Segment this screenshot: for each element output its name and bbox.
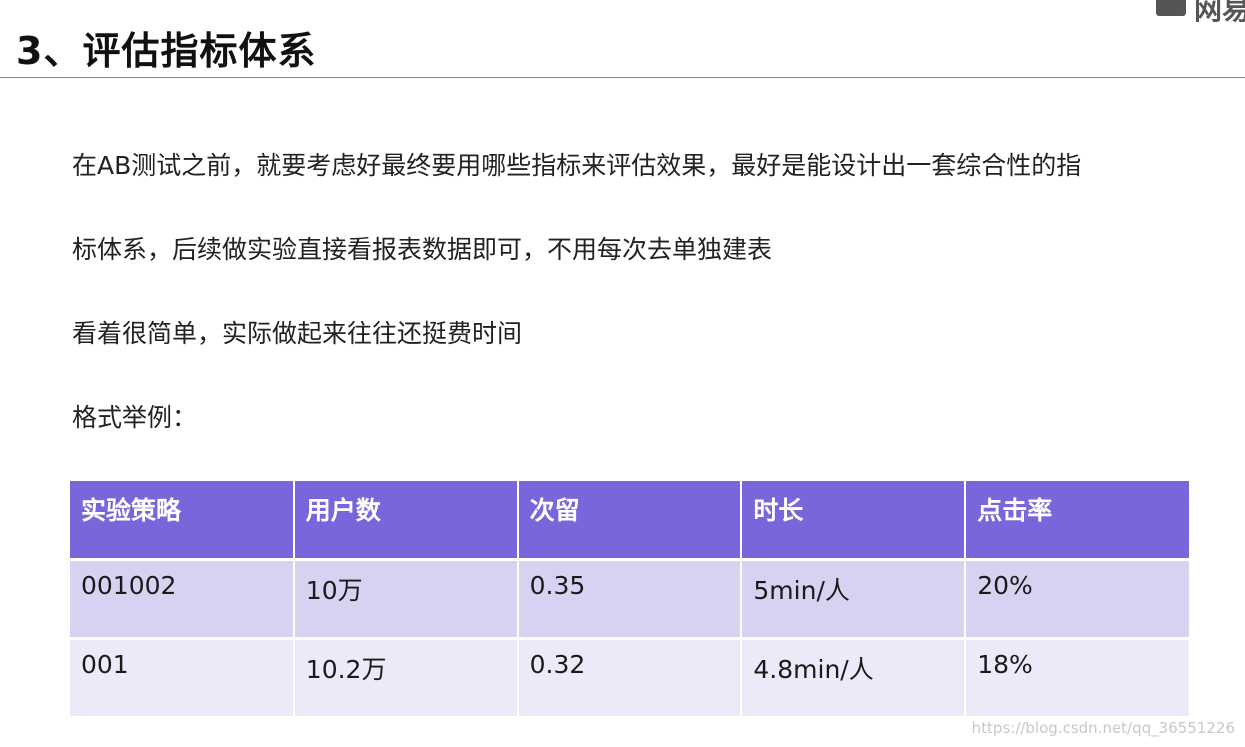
title-divider — [0, 77, 1245, 78]
cell-duration: 4.8min/人 — [741, 638, 967, 719]
logo-icon — [1156, 0, 1186, 16]
cell-retention: 0.35 — [517, 559, 743, 640]
table-row: 001002 10万 0.35 5min/人 20% — [70, 559, 1189, 640]
body-text-line: 看着很简单，实际做起来往往还挺费时间 — [72, 319, 523, 348]
body-text-line: 标体系，后续做实验直接看报表数据即可，不用每次去单独建表 — [72, 235, 773, 264]
watermark-text: https://blog.csdn.net/qq_36551226 — [971, 719, 1235, 737]
cell-ctr: 18% — [965, 638, 1189, 719]
header-ctr: 点击率 — [965, 481, 1189, 561]
header-duration: 时长 — [741, 481, 967, 561]
body-text-line: 在AB测试之前，就要考虑好最终要用哪些指标来评估效果，最好是能设计出一套综合性的… — [72, 151, 1082, 180]
cell-users: 10万 — [293, 559, 519, 640]
cell-retention: 0.32 — [517, 638, 743, 719]
header-strategy: 实验策略 — [70, 481, 295, 561]
header-users: 用户数 — [293, 481, 519, 561]
cell-ctr: 20% — [965, 559, 1189, 640]
cell-strategy: 001 — [70, 638, 295, 719]
example-label: 格式举例： — [72, 403, 198, 432]
table-row: 001 10.2万 0.32 4.8min/人 18% — [70, 638, 1189, 719]
logo-text: 网易 — [1194, 0, 1245, 22]
page-title: 3、评估指标体系 — [16, 29, 317, 73]
brand-logo: 网易 — [1150, 0, 1245, 22]
cell-duration: 5min/人 — [741, 559, 967, 640]
metrics-table: 实验策略 用户数 次留 时长 点击率 001002 10万 0.35 5min/… — [70, 481, 1189, 719]
header-retention: 次留 — [517, 481, 743, 561]
table-header-row: 实验策略 用户数 次留 时长 点击率 — [70, 481, 1189, 561]
cell-users: 10.2万 — [293, 638, 519, 719]
cell-strategy: 001002 — [70, 559, 295, 640]
